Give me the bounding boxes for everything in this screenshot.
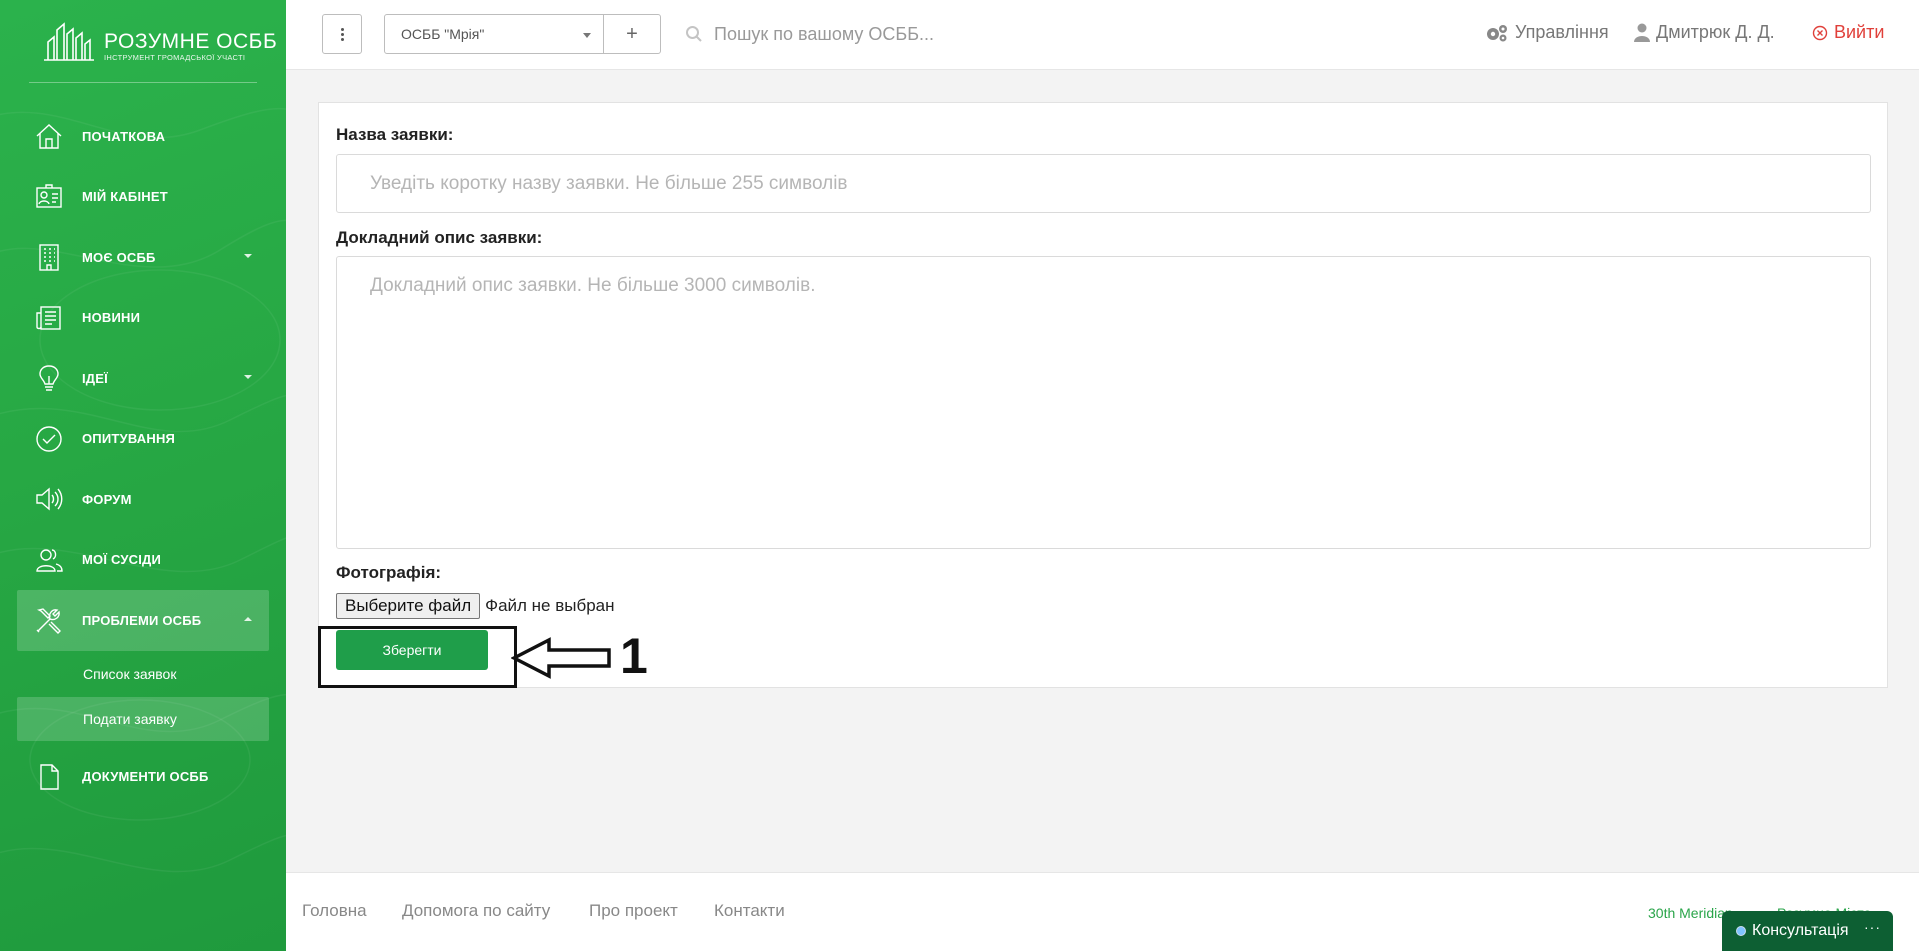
- photo-file-picker: Выберите файл Файл не выбран: [336, 593, 615, 619]
- sidebar-item-label: МОЇ СУСІДИ: [82, 552, 162, 568]
- consultation-label: Консультація: [1752, 922, 1849, 939]
- sidebar-item-news[interactable]: НОВИНИ: [0, 288, 286, 349]
- sidebar-item-label: ФОРУМ: [82, 491, 132, 507]
- chevron-up-icon: [244, 617, 252, 622]
- footer-link-help[interactable]: Допомога по сайту: [402, 901, 550, 921]
- chevron-down-icon: [583, 33, 591, 38]
- building-icon: [34, 242, 64, 272]
- sidebar-subitem-submit-request[interactable]: Подати заявку: [17, 696, 269, 741]
- sidebar-item-label: ПРОБЛЕМИ ОСББ: [82, 612, 202, 628]
- osbb-select-value: ОСББ "Мрія": [401, 26, 485, 42]
- sidebar-item-label: МІЙ КАБІНЕТ: [82, 189, 168, 205]
- brand-subtitle: ІНСТРУМЕНТ ГРОМАДСЬКОЇ УЧАСТІ: [104, 53, 246, 62]
- sidebar-item-home[interactable]: ПОЧАТКОВА: [0, 106, 286, 167]
- more-menu-button[interactable]: [322, 14, 362, 54]
- buildings-logo-icon: [44, 22, 94, 61]
- sidebar-item-my-osbb[interactable]: МОЄ ОСББ: [0, 227, 286, 288]
- footer-link-contacts[interactable]: Контакти: [714, 901, 785, 921]
- sidebar-item-documents[interactable]: ДОКУМЕНТИ ОСББ: [0, 747, 286, 808]
- sidebar-item-polls[interactable]: ОПИТУВАННЯ: [0, 409, 286, 470]
- sidebar-item-cabinet[interactable]: МІЙ КАБІНЕТ: [0, 167, 286, 228]
- annotation-arrow-icon: [511, 637, 611, 679]
- logout-link[interactable]: Вийти: [1812, 22, 1884, 43]
- footer-link-30th-meridian[interactable]: 30th Meridian: [1648, 905, 1733, 921]
- check-circle-icon: [34, 424, 64, 454]
- document-icon: [34, 762, 64, 792]
- lightbulb-icon: [34, 363, 64, 393]
- manage-link[interactable]: Управління: [1485, 22, 1609, 43]
- sidebar-item-label: ПОЧАТКОВА: [82, 128, 166, 144]
- sidebar-item-label: ІДЕЇ: [82, 370, 108, 386]
- chevron-down-icon: [244, 254, 252, 259]
- sidebar: РОЗУМНЕ ОСББ ІНСТРУМЕНТ ГРОМАДСЬКОЇ УЧАС…: [0, 0, 286, 951]
- footer-link-about[interactable]: Про проект: [589, 901, 678, 921]
- annotation-step-number: 1: [620, 628, 648, 684]
- page-footer: Головна Допомога по сайту Про проект Кон…: [286, 872, 1919, 951]
- sidebar-item-ideas[interactable]: ІДЕЇ: [0, 348, 286, 409]
- brand-title: РОЗУМНЕ ОСББ: [104, 30, 278, 53]
- file-status-text: Файл не выбран: [485, 596, 615, 615]
- user-name: Дмитрюк Д. Д.: [1656, 22, 1775, 42]
- search-input[interactable]: [714, 18, 1154, 50]
- gears-icon: [1487, 24, 1507, 41]
- top-header: ОСББ "Мрія" + Управління Дмитрюк Д. Д. В…: [286, 0, 1919, 70]
- more-dots-icon: ···: [1864, 919, 1881, 935]
- consultation-chat-button[interactable]: Консультація ···: [1722, 911, 1893, 951]
- tools-icon: [34, 605, 64, 635]
- add-osbb-button[interactable]: +: [603, 14, 661, 54]
- request-form-card: Назва заявки: Докладний опис заявки: Фот…: [318, 102, 1888, 688]
- home-icon: [34, 121, 64, 151]
- chevron-down-icon: [244, 375, 252, 380]
- vertical-dots-icon: [340, 27, 344, 41]
- sidebar-subitem-label: Список заявок: [83, 665, 177, 682]
- footer-link-home[interactable]: Головна: [302, 901, 367, 921]
- choose-file-button[interactable]: Выберите файл: [336, 593, 481, 619]
- logout-label: Вийти: [1834, 22, 1885, 42]
- request-title-input[interactable]: [336, 154, 1871, 213]
- request-title-label: Назва заявки:: [336, 125, 454, 144]
- sidebar-subitem-label: Подати заявку: [83, 710, 177, 727]
- osbb-select[interactable]: ОСББ "Мрія": [384, 14, 604, 54]
- brand-logo[interactable]: РОЗУМНЕ ОСББ ІНСТРУМЕНТ ГРОМАДСЬКОЇ УЧАС…: [44, 18, 277, 62]
- sidebar-divider: [29, 82, 257, 83]
- sidebar-item-label: ДОКУМЕНТИ ОСББ: [82, 769, 209, 785]
- sidebar-item-label: МОЄ ОСББ: [82, 249, 156, 265]
- plus-icon: +: [626, 22, 638, 45]
- users-icon: [34, 545, 64, 575]
- manage-label: Управління: [1515, 22, 1609, 42]
- request-description-input[interactable]: [336, 256, 1871, 549]
- request-description-label: Докладний опис заявки:: [336, 228, 543, 247]
- user-profile-link[interactable]: Дмитрюк Д. Д.: [1634, 22, 1775, 43]
- sidebar-item-forum[interactable]: ФОРУМ: [0, 469, 286, 530]
- sidebar-item-neighbors[interactable]: МОЇ СУСІДИ: [0, 530, 286, 591]
- annotation-highlight-box: [318, 626, 517, 688]
- sidebar-item-problems[interactable]: ПРОБЛЕМИ ОСББ: [17, 590, 269, 651]
- id-card-icon: [34, 182, 64, 212]
- photo-label: Фотографія:: [336, 563, 442, 582]
- close-circle-icon: [1812, 25, 1828, 40]
- newspaper-icon: [34, 303, 64, 333]
- user-icon: [1634, 23, 1650, 42]
- search-icon: [686, 26, 702, 42]
- sidebar-item-label: НОВИНИ: [82, 310, 141, 326]
- sidebar-item-label: ОПИТУВАННЯ: [82, 431, 176, 447]
- sidebar-subitem-request-list[interactable]: Список заявок: [0, 651, 286, 697]
- online-status-icon: [1736, 926, 1746, 936]
- megaphone-icon: [34, 484, 64, 514]
- sidebar-nav: ПОЧАТКОВА МІЙ КАБІНЕТ МОЄ ОСББ НОВИНИ ІД…: [0, 106, 286, 807]
